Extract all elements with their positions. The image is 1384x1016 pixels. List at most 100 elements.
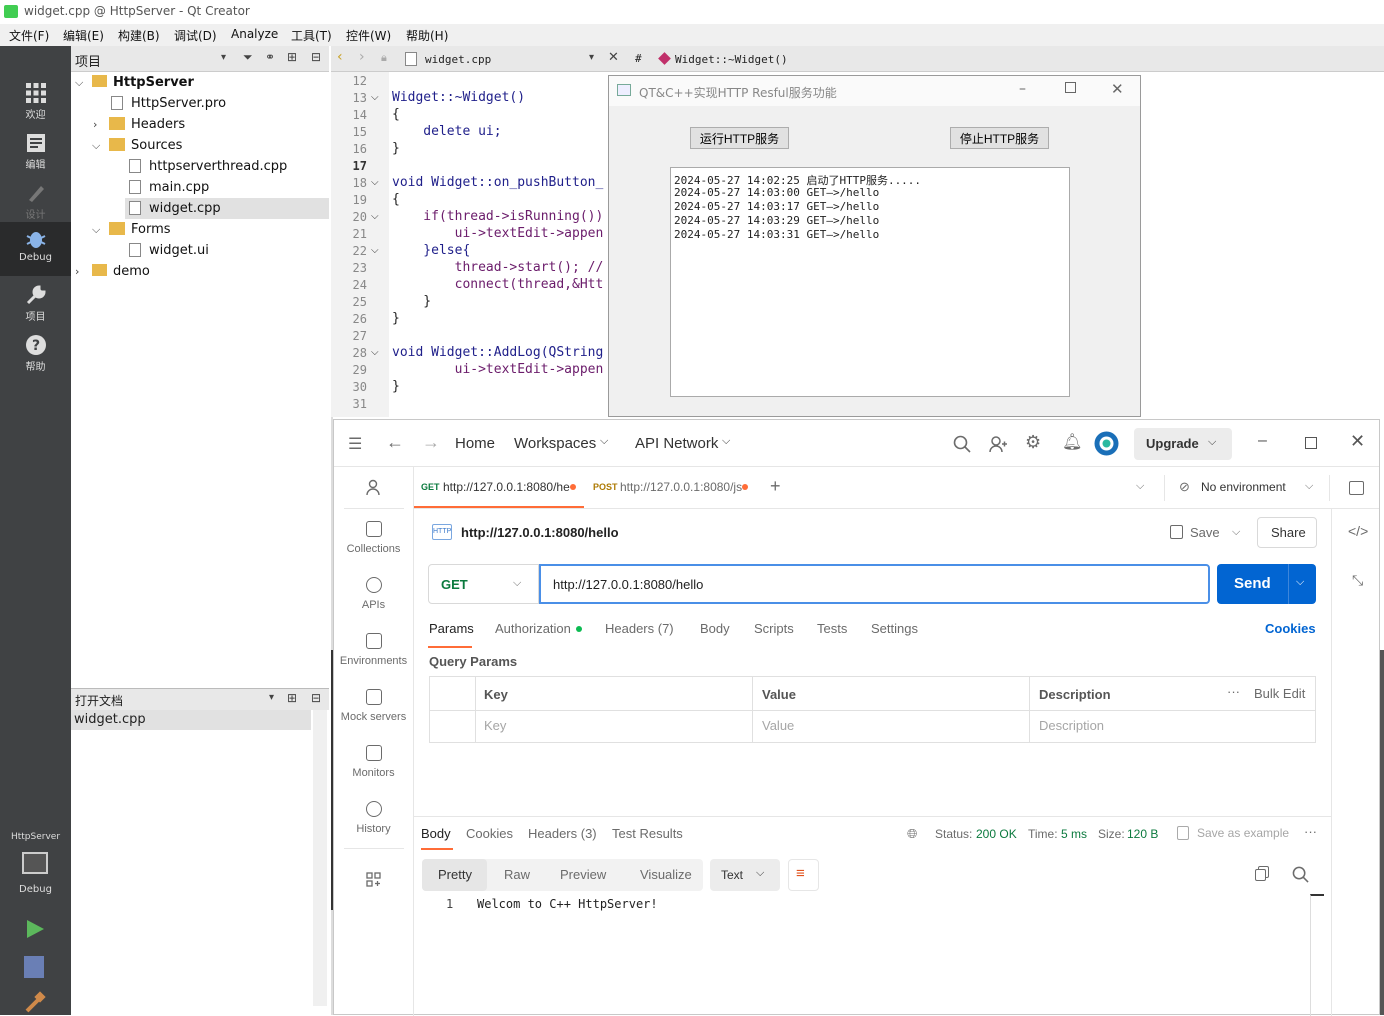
status-value[interactable]: 200 OK: [976, 827, 1017, 841]
tree-item-widget-ui[interactable]: widget.ui: [149, 240, 209, 261]
save-button[interactable]: Save: [1190, 525, 1220, 540]
hammer-icon[interactable]: [24, 991, 46, 1013]
chevron-down-icon[interactable]: ▾: [589, 52, 594, 63]
fold-chevron-icon[interactable]: ⌵: [371, 245, 379, 256]
more-icon[interactable]: ···: [1227, 684, 1240, 699]
monitor-icon[interactable]: [22, 852, 48, 874]
menu-debug[interactable]: 调试(D): [174, 27, 217, 44]
menu-edit[interactable]: 编辑(E): [63, 27, 104, 44]
size-value[interactable]: 120 B: [1127, 827, 1158, 841]
copy-icon[interactable]: [1255, 869, 1266, 881]
run-icon[interactable]: [24, 918, 46, 940]
chevron-down-icon[interactable]: ⌵: [1232, 526, 1240, 539]
environment-select[interactable]: No environment: [1201, 480, 1286, 494]
chevron-down-icon[interactable]: ⌵: [1136, 480, 1144, 493]
resp-tab-test-results[interactable]: Test Results: [612, 826, 683, 841]
search-icon[interactable]: [953, 435, 971, 453]
mode-help[interactable]: ? 帮助: [0, 328, 71, 378]
request-tab-post[interactable]: POST http://127.0.0.1:8080/js: [586, 467, 756, 508]
add-user-icon[interactable]: [989, 435, 1007, 453]
request-title[interactable]: http://127.0.0.1:8080/hello: [461, 525, 619, 540]
tree-item-forms[interactable]: Forms: [131, 219, 171, 240]
sidebar-history[interactable]: History: [334, 801, 413, 835]
tab-authorization[interactable]: Authorization: [495, 621, 571, 636]
forward-arrow-icon[interactable]: ›: [359, 49, 365, 65]
tab-body[interactable]: Body: [700, 621, 730, 636]
split-icon[interactable]: ⊞: [287, 50, 297, 64]
format-select[interactable]: Text ⌵: [710, 859, 780, 891]
link-icon[interactable]: ⚭: [265, 50, 275, 64]
save-as-example-button[interactable]: Save as example: [1197, 826, 1289, 840]
tree-item-sources[interactable]: Sources: [131, 135, 182, 156]
chevron-down-icon[interactable]: ▾: [269, 692, 274, 703]
chevron-down-icon[interactable]: ⌵: [92, 135, 100, 156]
tree-item-demo[interactable]: demo: [113, 261, 150, 282]
mode-edit[interactable]: 编辑: [0, 126, 71, 176]
editor-file-name[interactable]: widget.cpp: [425, 53, 491, 66]
chevron-down-icon[interactable]: ⌵: [75, 72, 83, 93]
tree-item-headers[interactable]: Headers: [131, 114, 185, 135]
chevron-down-icon[interactable]: ⌵: [1305, 480, 1313, 493]
apps-icon[interactable]: [366, 872, 381, 887]
chevron-down-icon[interactable]: ▾: [221, 52, 226, 63]
stop-http-button[interactable]: 停止HTTP服务: [950, 127, 1049, 149]
fold-chevron-icon[interactable]: ⌵: [371, 211, 379, 222]
chevron-right-icon[interactable]: ›: [93, 114, 97, 135]
code-icon[interactable]: </>: [1348, 523, 1368, 539]
search-icon[interactable]: [1292, 866, 1309, 883]
mode-debug[interactable]: Debug: [0, 222, 71, 276]
value-input[interactable]: Value: [762, 718, 794, 733]
description-input[interactable]: Description: [1039, 718, 1104, 733]
more-icon[interactable]: ···: [1304, 824, 1317, 839]
tab-tests[interactable]: Tests: [817, 621, 847, 636]
debug-run-icon[interactable]: [24, 956, 44, 978]
open-doc-item[interactable]: widget.cpp: [71, 710, 311, 730]
view-preview[interactable]: Preview: [560, 867, 606, 882]
menu-help[interactable]: 帮助(H): [406, 27, 448, 44]
bulk-edit-button[interactable]: Bulk Edit: [1254, 686, 1305, 701]
forward-arrow-icon[interactable]: →: [422, 432, 440, 453]
close-panel-icon[interactable]: ⊟: [311, 50, 321, 64]
tab-headers[interactable]: Headers (7): [605, 621, 674, 636]
log-textedit[interactable]: 2024-05-27 14:02:25 启动了HTTP服务..... 2024-…: [670, 167, 1070, 397]
share-button[interactable]: Share: [1257, 517, 1317, 548]
minimize-icon[interactable]: –: [1019, 81, 1026, 97]
tab-settings[interactable]: Settings: [871, 621, 918, 636]
maximize-icon[interactable]: [1305, 437, 1317, 449]
url-input[interactable]: http://127.0.0.1:8080/hello: [539, 564, 1210, 604]
resp-tab-body[interactable]: Body: [421, 822, 453, 850]
back-arrow-icon[interactable]: ←: [386, 432, 404, 453]
back-arrow-icon[interactable]: ‹: [337, 49, 343, 65]
resp-tab-headers[interactable]: Headers (3): [528, 826, 597, 841]
code-area[interactable]: Widget::~Widget(){ delete ui;} void Widge…: [389, 72, 609, 417]
scrollbar[interactable]: [1310, 894, 1324, 1016]
symbol-name[interactable]: Widget::~Widget(): [675, 53, 788, 66]
resp-tab-cookies[interactable]: Cookies: [466, 826, 513, 841]
sidebar-mock-servers[interactable]: Mock servers: [334, 689, 413, 723]
user-icon[interactable]: [365, 479, 381, 495]
tree-item-httpserver[interactable]: HttpServer: [113, 72, 194, 93]
view-raw[interactable]: Raw: [504, 867, 530, 882]
upgrade-button[interactable]: Upgrade ⌵: [1134, 428, 1232, 460]
nav-workspaces[interactable]: Workspaces: [514, 435, 596, 452]
filter-icon[interactable]: ⏷: [243, 50, 253, 65]
close-panel-icon[interactable]: ⊟: [311, 691, 321, 705]
nav-home[interactable]: Home: [455, 435, 495, 452]
view-visualize[interactable]: Visualize: [640, 867, 692, 882]
split-icon[interactable]: ⊞: [287, 691, 297, 705]
chevron-right-icon[interactable]: ›: [75, 261, 79, 282]
menu-file[interactable]: 文件(F): [9, 27, 49, 44]
time-value[interactable]: 5 ms: [1061, 827, 1087, 841]
maximize-icon[interactable]: [1065, 82, 1076, 93]
view-pretty[interactable]: Pretty: [422, 859, 487, 891]
gear-icon[interactable]: ⚙: [1025, 432, 1041, 453]
tree-item-pro[interactable]: HttpServer.pro: [131, 93, 226, 114]
mode-projects[interactable]: 项目: [0, 278, 71, 328]
send-button[interactable]: Send ⌵: [1217, 564, 1316, 604]
bell-icon[interactable]: 🔔︎: [1062, 432, 1082, 452]
close-icon[interactable]: ✕: [1350, 431, 1365, 452]
key-input[interactable]: Key: [484, 718, 506, 733]
tab-scripts[interactable]: Scripts: [754, 621, 794, 636]
cookies-link[interactable]: Cookies: [1265, 621, 1316, 636]
fold-chevron-icon[interactable]: ⌵: [371, 92, 379, 103]
